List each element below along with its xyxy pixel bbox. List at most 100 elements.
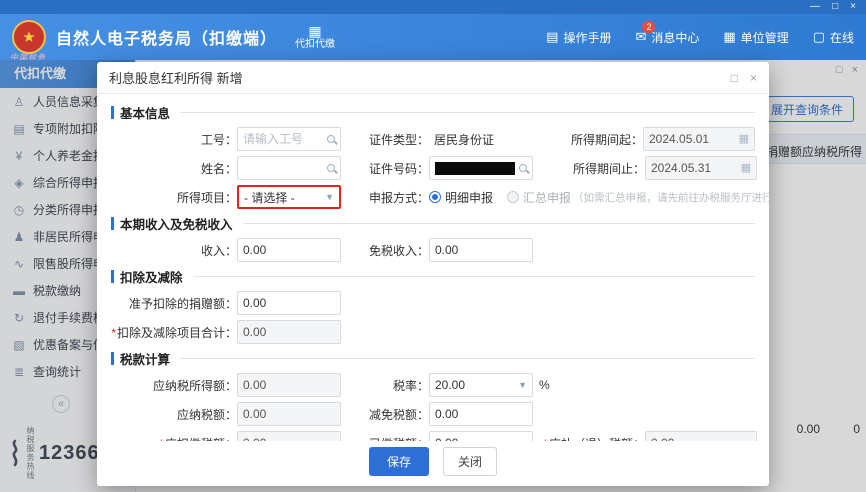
- cert-type-value: 居民身份证: [434, 132, 495, 147]
- calendar-icon[interactable]: ▦: [741, 162, 751, 174]
- donation-label: 准予扣除的捐赠额：: [128, 296, 237, 311]
- dialog-close-icon[interactable]: ×: [750, 71, 757, 85]
- section-basic-info: 基本信息: [111, 103, 755, 122]
- tab-withholding-label: 代扣代缴: [295, 39, 336, 51]
- summary-declare-hint: （如需汇总申报，请先前往办税服务厅进行开通）: [573, 191, 769, 204]
- name-input[interactable]: [237, 156, 341, 180]
- cert-type-label: 证件类型：: [368, 132, 429, 147]
- search-icon[interactable]: [327, 164, 335, 172]
- manual-button[interactable]: ▤ 操作手册: [546, 29, 611, 46]
- section-bar: [111, 352, 114, 365]
- withhold-tax-input: 0.00: [237, 431, 341, 441]
- section-bar: [111, 270, 114, 283]
- section-title: 基本信息: [120, 107, 171, 121]
- app-header: ★ 中国税务 自然人电子税务局（扣缴端） ▦ 代扣代缴 ▤ 操作手册 ✉ 2 消…: [0, 14, 866, 62]
- message-count-badge: 2: [642, 20, 656, 33]
- section-divider: [242, 223, 755, 224]
- section-title: 扣除及减除: [120, 271, 183, 285]
- message-center-button[interactable]: ✉ 2 消息中心: [635, 20, 700, 46]
- income-item-select[interactable]: - 请选择 - ▼: [237, 185, 341, 209]
- donation-field[interactable]: [243, 296, 335, 310]
- period-start-input[interactable]: 2024.05.01 ▦: [643, 127, 755, 151]
- period-start-value: 2024.05.01: [649, 132, 710, 146]
- deduct-total-input: 0.00: [237, 320, 341, 344]
- tax-reduction-input[interactable]: [429, 402, 533, 426]
- tax-free-income-field[interactable]: [435, 243, 527, 257]
- search-icon[interactable]: [519, 164, 527, 172]
- section-title: 税款计算: [120, 353, 171, 367]
- tax-rate-value: 20.00: [435, 378, 466, 392]
- building-icon: ▦: [723, 29, 736, 44]
- income-input[interactable]: [237, 238, 341, 262]
- income-field[interactable]: [243, 243, 335, 257]
- unit-management-button[interactable]: ▦ 单位管理: [723, 29, 788, 46]
- tax-free-income-input[interactable]: [429, 238, 533, 262]
- cert-no-input[interactable]: [429, 156, 533, 180]
- section-current-income: 本期收入及免税收入: [111, 214, 755, 233]
- window-restore-button[interactable]: □: [832, 2, 838, 12]
- tax-amount-label: 应纳税额：: [176, 407, 237, 422]
- period-start-label: 所得期间起：: [570, 132, 643, 147]
- calendar-icon[interactable]: ▦: [739, 133, 749, 145]
- chat-icon: ▢: [812, 29, 825, 44]
- window-minimize-button[interactable]: —: [810, 2, 820, 12]
- tab-withholding[interactable]: ▦ 代扣代缴: [295, 23, 335, 52]
- donation-input[interactable]: [237, 291, 341, 315]
- summary-declare-label: 汇总申报: [523, 190, 572, 205]
- taxable-income-label: 应纳税所得额：: [152, 378, 237, 393]
- online-status-button[interactable]: ▢ 在线: [813, 29, 854, 46]
- section-divider: [192, 276, 755, 277]
- cert-no-label: 证件号码：: [368, 161, 429, 176]
- rate-unit-label: %: [539, 378, 550, 392]
- save-button[interactable]: 保存: [368, 447, 429, 476]
- section-divider: [180, 358, 755, 359]
- name-field[interactable]: [243, 161, 323, 175]
- tax-reduction-label: 减免税额：: [368, 407, 429, 422]
- unit-management-label: 单位管理: [740, 30, 789, 45]
- header-actions: ▤ 操作手册 ✉ 2 消息中心 ▦ 单位管理 ▢ 在线: [546, 20, 854, 46]
- paid-tax-input[interactable]: [429, 431, 533, 441]
- tax-amount-input: 0.00: [237, 402, 341, 426]
- dialog-body: 基本信息 工号： 证件类型： 居民身份: [97, 94, 769, 441]
- income-item-value: - 请选择 -: [244, 190, 295, 205]
- income-label: 收入：: [200, 243, 237, 258]
- name-label: 姓名：: [200, 161, 237, 176]
- detail-declare-label[interactable]: 明细申报: [445, 189, 493, 206]
- close-button[interactable]: 关闭: [443, 447, 498, 476]
- deduct-total-value: 0.00: [243, 325, 267, 339]
- declare-mode-label: 申报方式：: [368, 190, 429, 205]
- chevron-down-icon: ▼: [325, 192, 334, 202]
- tax-reduction-field[interactable]: [435, 407, 527, 421]
- tax-rate-label: 税率：: [392, 378, 429, 393]
- required-mark: *: [111, 325, 116, 340]
- section-divider: [180, 112, 755, 113]
- briefcase-icon: ▦: [308, 22, 322, 39]
- national-emblem-logo: ★: [12, 20, 46, 54]
- job-no-input[interactable]: [237, 127, 341, 151]
- taxable-income-value: 0.00: [243, 378, 267, 392]
- income-item-label: 所得项目：: [176, 190, 237, 205]
- chevron-down-icon: ▼: [518, 380, 527, 390]
- deduct-total-label: *扣除及减除项目合计：: [111, 325, 237, 340]
- manual-label: 操作手册: [563, 30, 612, 45]
- search-icon[interactable]: [327, 135, 335, 143]
- job-no-field[interactable]: [243, 132, 323, 146]
- section-deductions: 扣除及减除: [111, 267, 755, 286]
- detail-declare-radio[interactable]: [429, 191, 441, 203]
- message-center-label: 消息中心: [651, 30, 700, 45]
- summary-declare-radio[interactable]: [507, 191, 520, 203]
- period-end-input[interactable]: 2024.05.31 ▦: [645, 156, 757, 180]
- window-titlebar: — □ ×: [0, 0, 866, 14]
- dialog-title: 利息股息红利所得 新增: [109, 71, 243, 86]
- app-window: — □ × ★ 中国税务 自然人电子税务局（扣缴端） ▦ 代扣代缴 ▤ 操作手册…: [0, 0, 866, 492]
- dialog-titlebar: 利息股息红利所得 新增 □ ×: [97, 62, 769, 94]
- dialog-expand-button[interactable]: □: [731, 71, 738, 85]
- app-title: 自然人电子税务局（扣缴端）: [56, 31, 278, 48]
- taxable-income-input: 0.00: [237, 373, 341, 397]
- period-end-value: 2024.05.31: [651, 161, 712, 175]
- cert-no-redaction: [435, 161, 515, 175]
- window-close-button[interactable]: ×: [850, 2, 856, 12]
- tax-rate-select[interactable]: 20.00 ▼: [429, 373, 533, 397]
- section-title: 本期收入及免税收入: [120, 218, 233, 232]
- section-bar: [111, 106, 114, 119]
